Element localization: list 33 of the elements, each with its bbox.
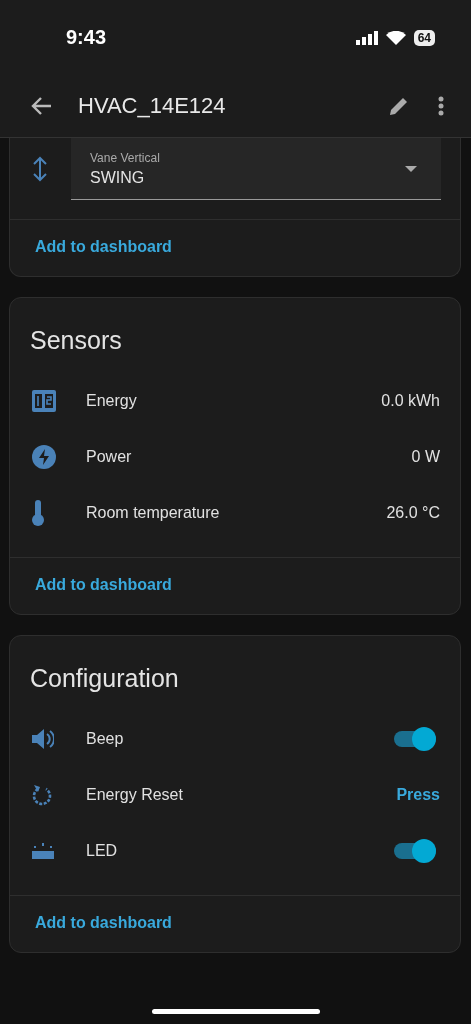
thermometer-icon xyxy=(32,500,44,526)
add-to-dashboard-link[interactable]: Add to dashboard xyxy=(35,576,172,593)
sensor-value: 26.0 °C xyxy=(386,504,440,522)
entity-name: Energy Reset xyxy=(86,786,184,804)
battery-level: 64 xyxy=(413,29,435,46)
sensor-value: 0.0 kWh xyxy=(381,392,440,410)
status-time: 9:43 xyxy=(66,26,107,49)
dropdown-caret-icon xyxy=(405,165,417,172)
select-field[interactable]: Vane Vertical SWING xyxy=(71,138,441,200)
wifi-icon xyxy=(385,30,406,45)
entity-name: Power xyxy=(86,448,133,466)
lightning-icon xyxy=(32,445,56,469)
add-to-dashboard-link[interactable]: Add to dashboard xyxy=(35,914,172,931)
restore-icon xyxy=(32,784,52,806)
signal-icon xyxy=(355,30,378,45)
press-button[interactable]: Press xyxy=(396,786,440,804)
vertical-arrows-icon xyxy=(33,156,47,182)
card-title: Configuration xyxy=(29,663,180,694)
add-to-dashboard-link[interactable]: Add to dashboard xyxy=(35,238,172,255)
sensor-value: 0 W xyxy=(411,448,440,466)
entity-name: LED xyxy=(86,842,119,860)
page-title: HVAC_14E124 xyxy=(78,93,227,119)
back-arrow-icon[interactable] xyxy=(30,96,52,116)
toggle-thumb[interactable] xyxy=(412,839,436,863)
entity-name: Beep xyxy=(86,730,125,748)
entity-name: Energy xyxy=(86,392,138,410)
led-icon xyxy=(32,843,54,859)
counter-icon xyxy=(32,390,56,412)
entity-name: Room temperature xyxy=(86,504,221,522)
toggle-thumb[interactable] xyxy=(412,727,436,751)
speaker-icon xyxy=(32,729,54,749)
card-title: Sensors xyxy=(29,325,123,356)
more-icon[interactable] xyxy=(438,96,444,116)
